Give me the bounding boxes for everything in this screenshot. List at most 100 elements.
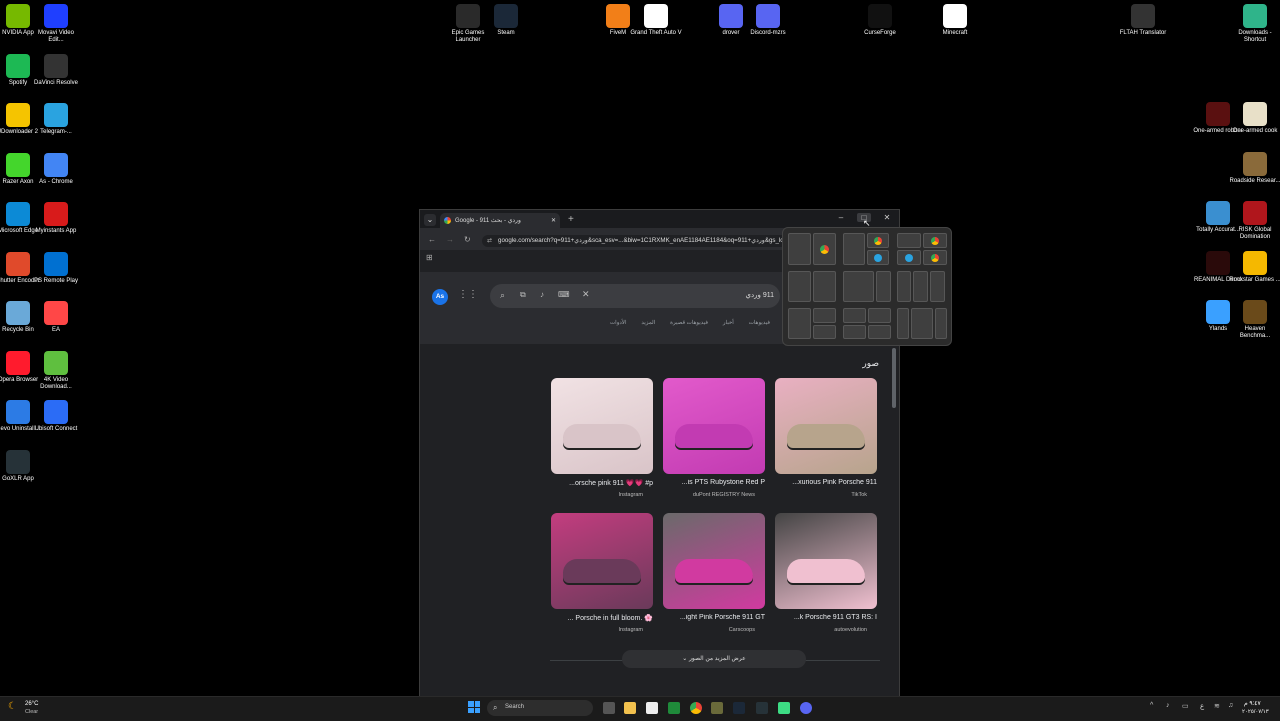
forward-arrow-icon[interactable]: →	[446, 235, 454, 244]
new-tab-button[interactable]: +	[568, 214, 574, 225]
clock-time[interactable]: ٩:٤٧ م	[1244, 700, 1261, 707]
snap-zone[interactable]	[788, 233, 811, 265]
snap-zone[interactable]	[867, 233, 889, 248]
app-icon[interactable]	[778, 702, 790, 714]
back-arrow-icon[interactable]: ←	[428, 235, 436, 244]
snap-zone[interactable]	[897, 271, 911, 302]
snap-zone[interactable]	[867, 250, 889, 265]
tab-search-button[interactable]: ⌄	[424, 214, 436, 226]
minimize-button[interactable]: –	[834, 213, 848, 222]
desktop-icon-top-6[interactable]: CurseForge	[854, 4, 906, 37]
image-result-thumbnail[interactable]	[551, 378, 653, 474]
snap-zone[interactable]	[868, 308, 891, 323]
network-icon[interactable]: ▭	[1182, 702, 1189, 710]
image-result-thumbnail[interactable]	[663, 513, 765, 609]
snap-zone[interactable]	[788, 271, 811, 302]
image-result-caption[interactable]: ... Porsche in full bloom. 🌸	[549, 614, 653, 622]
image-result-thumbnail[interactable]	[775, 378, 877, 474]
snap-zone[interactable]	[843, 271, 874, 302]
tab-google-search[interactable]: Google - 911 وردي - بحث ✕	[440, 213, 560, 228]
snap-zone[interactable]	[788, 308, 811, 339]
desktop-icon-top-1[interactable]: Steam	[480, 4, 532, 37]
snap-zone[interactable]	[930, 271, 945, 302]
snap-zone[interactable]	[813, 325, 836, 339]
search-box[interactable]: ⌕ ⧉ ♪ ⌨ ✕ 911 وردي	[490, 284, 780, 308]
image-result-caption[interactable]: ...k Porsche 911 GT3 RS: I	[773, 614, 877, 621]
start-button[interactable]	[468, 701, 480, 713]
reload-icon[interactable]: ↻	[464, 235, 471, 244]
image-result-caption[interactable]: ...ight Pink Porsche 911 GT	[661, 614, 765, 621]
desktop-icon-left-9[interactable]: Myinstants App	[30, 202, 82, 235]
keyboard-icon[interactable]: ⌨	[558, 290, 570, 299]
chrome-icon[interactable]	[690, 702, 702, 714]
desktop-icon-left-15[interactable]: 4K Video Download...	[30, 350, 82, 391]
desktop-icon-right-2[interactable]: Roadside Resear...	[1229, 152, 1280, 185]
image-result-caption[interactable]: ...is PTS Rubystone Red P	[661, 479, 765, 486]
snap-zone[interactable]	[876, 271, 891, 302]
image-result-thumbnail[interactable]	[775, 513, 877, 609]
weather-icon[interactable]: ☾	[8, 701, 17, 712]
desktop-icon-left-5[interactable]: Telegram-...	[30, 103, 82, 136]
filter-videos[interactable]: فيديوهات	[749, 320, 770, 326]
task-view-icon[interactable]	[603, 702, 615, 714]
file-explorer-icon[interactable]	[624, 702, 636, 714]
snap-zone[interactable]	[897, 250, 921, 265]
snap-zone[interactable]	[911, 308, 933, 339]
app-icon[interactable]	[711, 702, 723, 714]
steam-icon[interactable]	[733, 702, 745, 714]
google-apps-icon[interactable]: ⋮⋮	[458, 289, 478, 300]
snap-zone[interactable]	[868, 325, 891, 339]
desktop-icon-top-3[interactable]: Grand Theft Auto V	[630, 4, 682, 37]
filter-news[interactable]: أخبار	[723, 320, 734, 326]
filter-tools[interactable]: الأدوات	[610, 320, 626, 326]
goxlr-icon[interactable]	[756, 702, 768, 714]
clear-search-icon[interactable]: ✕	[582, 289, 590, 300]
desktop-icon-left-11[interactable]: PS Remote Play	[30, 251, 82, 285]
image-result-source[interactable]: Instagram	[539, 627, 643, 633]
image-result-source[interactable]: duPont REGISTRY News	[651, 492, 755, 498]
wifi-icon[interactable]: ≋	[1214, 702, 1220, 710]
image-result-caption[interactable]: ...xurious Pink Porsche 911	[773, 479, 877, 486]
desktop-icon-right-1[interactable]: One-armed cook	[1229, 102, 1280, 135]
volume-icon[interactable]: ♫	[1228, 702, 1233, 709]
microphone-icon[interactable]: ♪	[540, 290, 544, 299]
image-result-source[interactable]: TikTok	[763, 492, 867, 498]
desktop-icon-right-4[interactable]: RISK Global Domination	[1229, 201, 1280, 241]
chevron-up-icon[interactable]: ^	[1150, 702, 1153, 709]
site-info-icon[interactable]: ⇄	[487, 235, 492, 247]
microphone-icon[interactable]: ♪	[1166, 702, 1170, 709]
image-result-source[interactable]: autoevolution	[763, 627, 867, 633]
filter-more[interactable]: المزيد	[641, 320, 655, 326]
excel-icon[interactable]	[668, 702, 680, 714]
desktop-icon-top-9[interactable]: Downloads - Shortcut	[1229, 4, 1280, 44]
search-icon[interactable]: ⌕	[500, 290, 505, 301]
image-search-icon[interactable]: ⧉	[520, 290, 526, 300]
scrollbar-thumb[interactable]	[892, 348, 896, 408]
filter-short-videos[interactable]: فيديوهات قصيرة	[670, 320, 708, 326]
image-result-source[interactable]: Instagram	[539, 492, 643, 498]
desktop-icon-top-8[interactable]: FLTAH Translator	[1117, 4, 1169, 37]
desktop-icon-right-8[interactable]: Heaven Benchma...	[1229, 300, 1280, 340]
image-result-source[interactable]: Carscoops	[651, 627, 755, 633]
desktop-icon-left-3[interactable]: DaVinci Resolve	[30, 53, 82, 87]
snap-zone[interactable]	[843, 308, 866, 323]
image-result-caption[interactable]: ...orsche pink 911 💗💗 #p	[549, 479, 653, 487]
snap-zone[interactable]	[913, 271, 928, 302]
apps-grid-icon[interactable]: ⊞	[426, 253, 433, 262]
store-icon[interactable]	[646, 702, 658, 714]
snap-zone[interactable]	[897, 308, 909, 339]
desktop-icon-left-13[interactable]: EA	[30, 301, 82, 334]
tab-close-icon[interactable]: ✕	[551, 217, 556, 224]
snap-zone[interactable]	[813, 233, 836, 265]
snap-zone[interactable]	[935, 308, 947, 339]
desktop-icon-left-7[interactable]: As - Chrome	[30, 152, 82, 186]
desktop-icon-right-6[interactable]: Rockstar Games ...	[1229, 251, 1280, 284]
snap-zone[interactable]	[843, 325, 866, 339]
snap-zone[interactable]	[923, 233, 947, 248]
desktop-icon-left-17[interactable]: Ubisoft Connect	[30, 400, 82, 433]
snap-zone[interactable]	[813, 308, 836, 323]
desktop-icon-top-7[interactable]: Minecraft	[929, 4, 981, 37]
language-indicator[interactable]: ع	[1200, 702, 1204, 710]
image-result-thumbnail[interactable]	[663, 378, 765, 474]
snap-zone[interactable]	[923, 250, 947, 265]
